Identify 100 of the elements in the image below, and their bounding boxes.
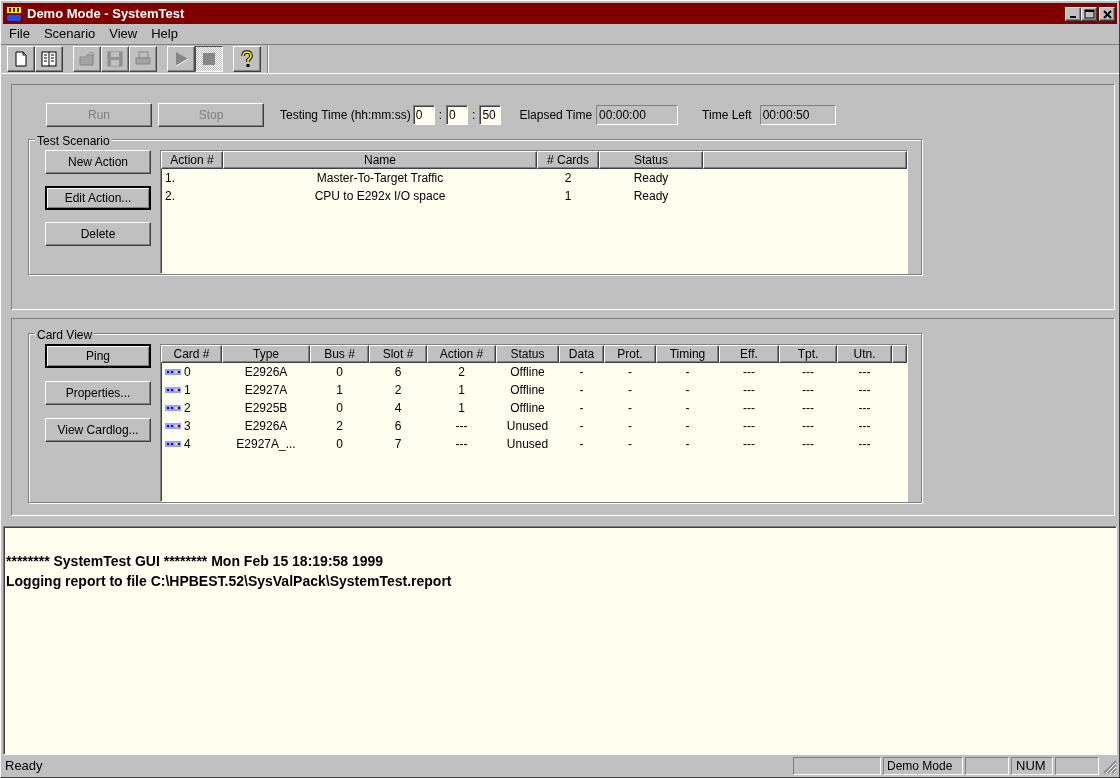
table-cell-text: 1 [184,382,191,399]
table-cell-text: --- [743,436,755,453]
table-cell-text: --- [802,436,814,453]
table-cell-text: 3 [184,418,191,435]
field-label: Time Left [702,107,752,124]
table-cell-text: --- [858,436,871,453]
table-cell-text: --- [802,382,814,399]
maximize-button[interactable] [1081,6,1097,21]
table-cell-text: 2 [394,382,402,399]
table-cell-text: Offline [510,382,545,399]
table-cell-text: --- [743,364,755,381]
table-cell-text: E2926A [244,364,288,381]
table-cell-text: 6 [394,364,402,381]
column-header[interactable]: Type [222,345,310,363]
readout-field: 00:00:00 [596,105,679,125]
table-cell-text: --- [743,418,755,435]
table-cell-text: - [579,382,584,399]
table-cell-text: --- [455,436,468,453]
table-cell-text: 1 [336,382,343,399]
menu-item[interactable]: Help [145,24,184,44]
table-cell-text: E2927A [244,382,288,399]
column-header[interactable]: Action # [427,345,496,363]
minimize-button[interactable] [1065,6,1081,21]
action-button[interactable]: View Cardlog... [45,418,151,442]
column-header[interactable]: # Cards [537,151,599,169]
readout-field: 00:00:50 [759,105,836,125]
table-cell-text: Offline [510,400,545,417]
action-button[interactable]: Properties... [45,381,151,405]
column-header[interactable]: Name [223,151,537,169]
column-header[interactable]: Data [559,345,604,363]
card-icon [165,405,181,411]
table-cell-text: --- [455,418,468,435]
table-cell-text: 2. [165,188,175,205]
time-separator: : [472,107,476,124]
table-cell-text: 1 [458,400,465,417]
table-cell-text: --- [802,400,814,417]
column-header[interactable]: Action # [161,151,223,169]
time-separator: : [438,107,443,124]
column-header[interactable]: Bus # [310,345,369,363]
column-header[interactable]: Status [599,151,703,169]
table-cell-text: --- [743,382,755,399]
table-cell-text: - [628,400,632,417]
column-header[interactable]: Prot. [604,345,656,363]
table-cell-text: - [579,400,584,417]
column-header[interactable]: Tpt. [779,345,837,363]
table-cell-text: E2926A [244,418,288,435]
table-cell-text: - [685,418,690,435]
field-label: Elapsed Time [519,107,593,124]
table-cell-text: --- [858,364,871,381]
table-cell-text: CPU to E292x I/O space [314,188,446,205]
column-header[interactable]: Slot # [369,345,427,363]
table-cell-text: - [579,364,584,381]
table-cell-text: --- [743,400,755,417]
table-cell-text: --- [802,364,814,381]
menu-item[interactable]: Scenario [37,24,102,44]
card-icon [165,387,181,393]
column-header[interactable]: Status [496,345,559,363]
table-cell-text: - [579,418,584,435]
log-line: Logging report to file C:\HPBEST.52\SysValPack\SystemTest.report [6,572,453,591]
input-field[interactable]: 0 [446,105,469,125]
folder-icon [77,49,97,69]
menu-item[interactable]: File [3,24,36,44]
action-button[interactable]: Delete [45,222,151,246]
status-panel [965,757,1009,775]
action-button[interactable]: Ping [45,344,151,368]
table-cell-text: - [685,400,690,417]
card-icon [165,369,181,375]
table-cell-text: 2 [564,170,572,187]
action-button[interactable]: Edit Action... [45,186,151,210]
table-cell-text: 0 [336,436,343,453]
table-cell-text: Unused [506,436,549,453]
table-cell-text: --- [858,400,871,417]
table-cell-text: - [628,364,632,381]
table-cell-text: 6 [394,418,402,435]
column-header[interactable]: Eff. [719,345,779,363]
table-cell-text: 2 [184,400,191,417]
table-cell-text: Ready [633,188,669,205]
table-cell-text: - [628,436,632,453]
table-cell-text: --- [858,382,871,399]
table-cell-text: - [685,364,690,381]
input-field[interactable]: 50 [479,105,502,125]
table-cell-text: --- [858,418,871,435]
resize-grip-icon[interactable] [1101,758,1117,774]
action-button[interactable]: New Action [45,150,151,174]
field-label: Testing Time (hh:mm:ss) [280,107,411,124]
table-cell-text: Master-To-Target Traffic [316,170,444,187]
maximize-icon [1082,7,1096,20]
table-cell-text: 1. [165,170,175,187]
table-cell-text: --- [802,418,814,435]
column-header[interactable]: Utn. [837,345,892,363]
table-cell-text: - [685,382,690,399]
table-cell-text: Ready [633,170,669,187]
menu-item[interactable]: View [103,24,144,44]
input-field[interactable]: 0 [412,105,435,125]
status-panel [1055,757,1099,775]
close-button[interactable] [1099,6,1115,21]
status-panel: Demo Mode [883,757,963,775]
column-header[interactable]: Card # [161,345,222,363]
column-header[interactable]: Timing [656,345,719,363]
table-cell-text: - [685,436,690,453]
